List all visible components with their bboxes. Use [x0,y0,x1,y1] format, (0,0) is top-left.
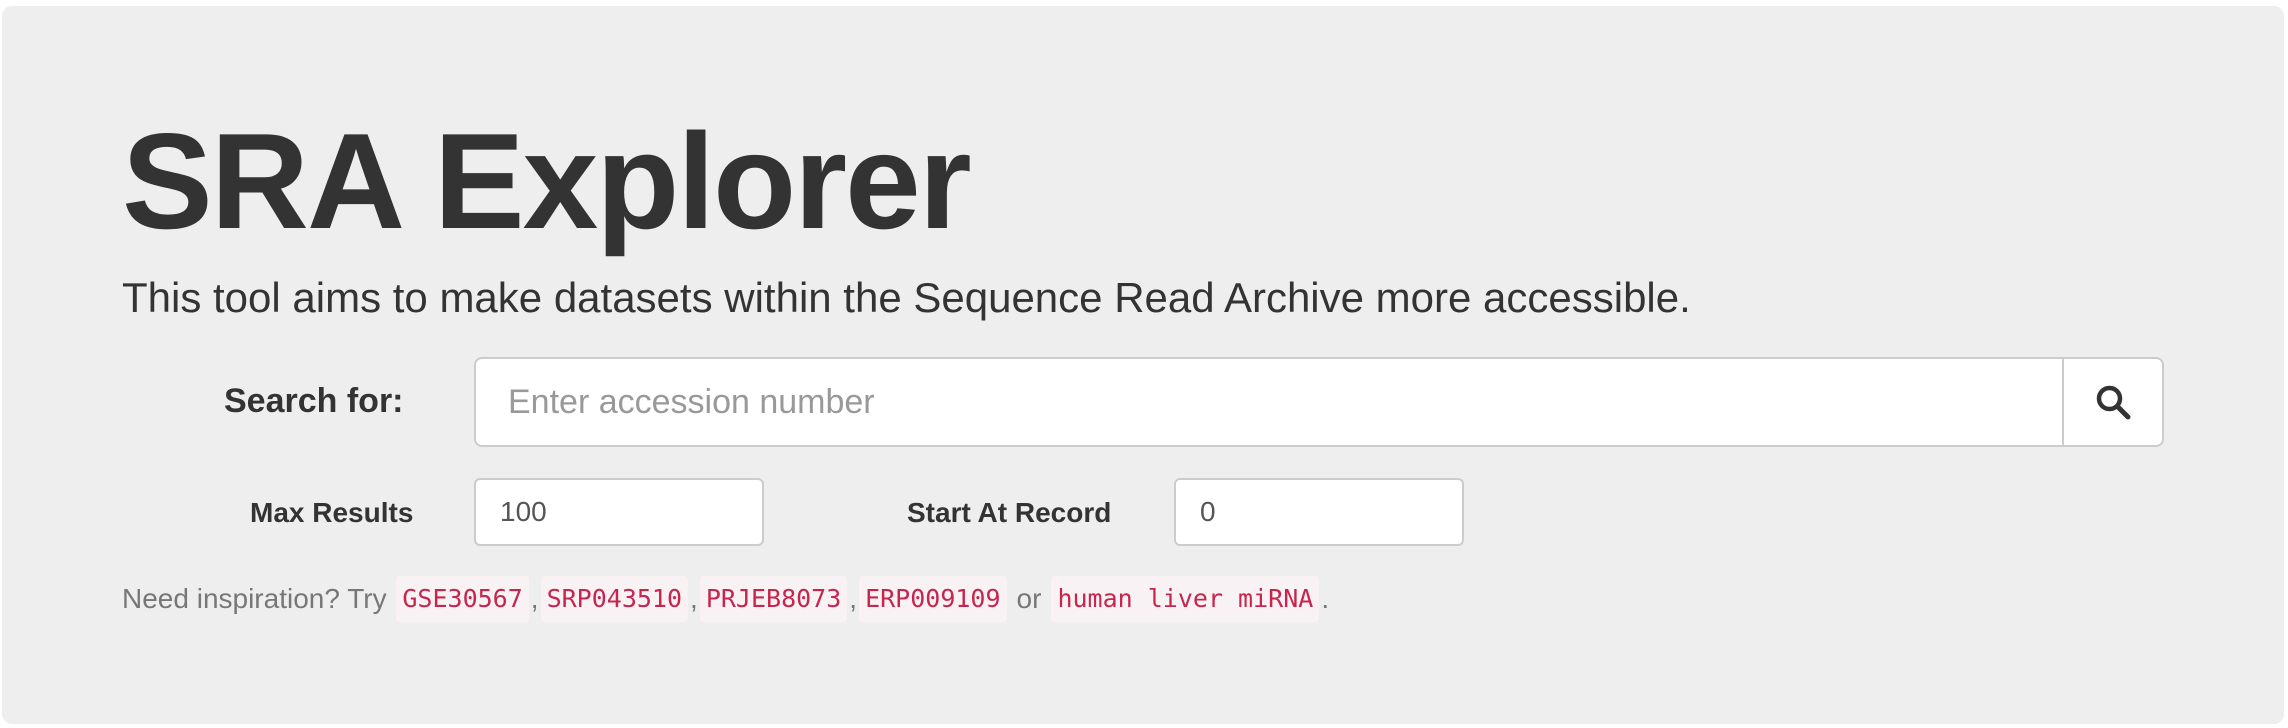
separator-comma: , [690,583,698,614]
page-title: SRA Explorer [122,105,972,257]
start-at-record-label: Start At Record [907,497,1112,528]
page-description: This tool aims to make datasets within t… [122,274,1691,321]
example-link-gse30567[interactable]: GSE30567 [396,576,529,622]
separator-or: or [1016,583,1042,614]
separator-period: . [1321,583,1330,614]
search-label: Search for: [224,382,404,420]
example-link-erp009109[interactable]: ERP009109 [859,576,1007,622]
search-button[interactable] [2062,357,2164,447]
example-link-srp043510[interactable]: SRP043510 [540,576,689,622]
example-link-prjeb8073[interactable]: PRJEB8073 [699,576,848,622]
separator-comma: , [849,583,858,614]
search-icon [2096,385,2131,420]
max-results-input[interactable] [474,478,764,546]
search-input[interactable] [474,357,2062,447]
max-results-label: Max Results [250,497,414,528]
example-link-human-liver-mirna[interactable]: human liver miRNA [1051,576,1320,622]
search-input-group [474,357,2164,447]
separator-comma: , [530,583,539,614]
jumbotron-panel: SRA Explorer This tool aims to make data… [2,6,2284,724]
start-at-record-input[interactable] [1174,478,1464,546]
inspiration-prefix: Need inspiration? Try [122,583,395,614]
inspiration-text: Need inspiration? Try GSE30567 , SRP0435… [122,576,1329,622]
